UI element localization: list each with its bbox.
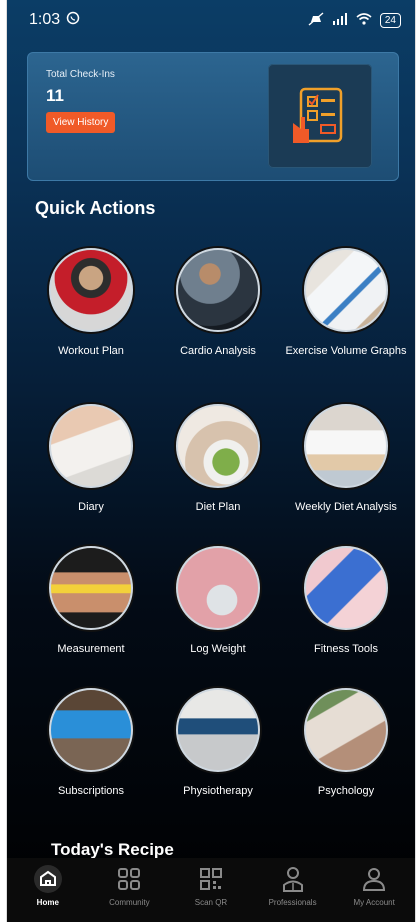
- nav-community[interactable]: Community: [89, 864, 169, 907]
- quick-action-label: Subscriptions: [57, 785, 125, 797]
- mute-icon: [308, 11, 324, 29]
- quick-action-cardio-analysis[interactable]: Cardio Analysis: [154, 248, 282, 358]
- nav-professionals[interactable]: Professionals: [253, 864, 333, 907]
- checkin-label: Total Check-Ins: [46, 69, 115, 80]
- grid-icon: [89, 864, 169, 894]
- quick-action-label: Psychology: [317, 785, 375, 797]
- bottom-nav: Home Community Scan QR Professionals My …: [7, 858, 415, 922]
- diary-photo: [49, 404, 133, 488]
- quick-action-weekly-diet-analysis[interactable]: Weekly Diet Analysis: [282, 404, 410, 514]
- quick-action-log-weight[interactable]: Log Weight: [154, 546, 282, 656]
- recipe-title: Today's Recipe: [51, 840, 174, 859]
- status-time: 1:03: [29, 11, 61, 28]
- quick-action-label: Log Weight: [190, 643, 246, 655]
- quick-action-physiotherapy[interactable]: Physiotherapy: [154, 688, 282, 798]
- whatsapp-icon: [66, 11, 80, 30]
- nav-label: Home: [36, 898, 59, 907]
- doctor-icon: [253, 864, 333, 894]
- diet-photo: [176, 404, 260, 488]
- quick-action-subscriptions[interactable]: Subscriptions: [27, 688, 155, 798]
- nav-label: Scan QR: [194, 898, 228, 907]
- checkin-illustration-icon: [268, 64, 372, 168]
- quick-action-label: Workout Plan: [58, 345, 124, 357]
- quick-action-label: Cardio Analysis: [180, 345, 256, 357]
- view-history-button[interactable]: View History: [46, 112, 116, 133]
- user-icon: [334, 864, 414, 894]
- psychology-photo: [304, 688, 388, 772]
- qr-icon: [171, 864, 251, 894]
- dumbbell-photo: [304, 546, 388, 630]
- quick-action-label: Measurement: [57, 643, 125, 655]
- quick-action-label: Physiotherapy: [183, 785, 253, 797]
- nav-home[interactable]: Home: [8, 864, 88, 907]
- quick-action-diary[interactable]: Diary: [27, 404, 155, 514]
- nav-label: Professionals: [268, 898, 317, 907]
- scale-photo: [176, 546, 260, 630]
- wifi-icon: [356, 12, 372, 28]
- quick-action-label: Diary: [78, 501, 104, 513]
- app-screen: 1:03 24 Total Check-Ins 11 View History: [6, 0, 416, 922]
- quick-action-label: Fitness Tools: [314, 643, 378, 655]
- checkin-card: Total Check-Ins 11 View History: [27, 52, 399, 181]
- nav-label: My Account: [353, 898, 395, 907]
- quick-action-label: Diet Plan: [195, 501, 241, 513]
- status-bar: 1:03 24: [7, 0, 415, 40]
- diet-analysis-photo: [304, 404, 388, 488]
- home-icon: [8, 864, 88, 894]
- graphs-photo: [304, 248, 388, 332]
- quick-action-diet-plan[interactable]: Diet Plan: [154, 404, 282, 514]
- workout-photo: [49, 248, 133, 332]
- quick-actions-title: Quick Actions: [35, 198, 156, 218]
- physio-photo: [176, 688, 260, 772]
- checkin-count: 11: [46, 86, 64, 105]
- battery-indicator: 24: [379, 12, 401, 28]
- laptop-photo: [49, 688, 133, 772]
- quick-action-workout-plan[interactable]: Workout Plan: [27, 248, 155, 358]
- nav-scan-qr[interactable]: Scan QR: [171, 864, 251, 907]
- quick-action-label: Exercise Volume Graphs: [285, 345, 407, 357]
- quick-action-fitness-tools[interactable]: Fitness Tools: [282, 546, 410, 656]
- nav-label: Community: [109, 898, 150, 907]
- quick-action-exercise-graphs[interactable]: Exercise Volume Graphs: [282, 248, 410, 358]
- tape-measure-photo: [49, 546, 133, 630]
- cardio-photo: [176, 248, 260, 332]
- quick-action-psychology[interactable]: Psychology: [282, 688, 410, 798]
- quick-action-label: Weekly Diet Analysis: [295, 501, 397, 513]
- nav-my-account[interactable]: My Account: [334, 864, 414, 907]
- quick-action-measurement[interactable]: Measurement: [27, 546, 155, 656]
- signal-icon: [332, 12, 348, 28]
